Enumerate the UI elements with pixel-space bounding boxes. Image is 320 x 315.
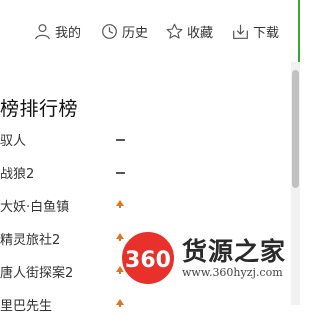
nav-mine-label: 我的 [55, 25, 82, 41]
360-logo-icon: 360 [120, 230, 176, 286]
accent-divider [298, 0, 300, 64]
nav-download[interactable]: 下载 [232, 21, 279, 41]
ranking-item-name: 唐人街探案2 [0, 266, 74, 281]
trend-up-icon [115, 297, 127, 311]
ranking-item-name: 大妖·白鱼镇 [0, 200, 70, 215]
nav-favorites[interactable]: 收藏 [166, 21, 213, 41]
ranking-item-name: 驭人 [0, 134, 27, 149]
watermark-url: www.360hyzj.com [182, 266, 283, 279]
ranking-title: 榜排行榜 [0, 98, 79, 120]
nav-history[interactable]: 历史 [101, 21, 148, 41]
ranking-row-6[interactable]: 里巴先生 [0, 295, 140, 315]
user-icon [35, 23, 50, 39]
ranking-row-3[interactable]: 大妖·白鱼镇 [0, 196, 140, 216]
scrollbar-thumb[interactable] [292, 70, 299, 188]
top-navigation: 我的 历史 收藏 下载 [0, 0, 304, 64]
star-icon [166, 23, 183, 39]
watermark: 360 货源之家 www.360hyzj.com [118, 226, 298, 296]
trend-up-icon [115, 198, 127, 212]
nav-mine[interactable]: 我的 [34, 21, 81, 41]
download-icon [233, 24, 248, 39]
ranking-row-2[interactable]: 战狼2 [0, 163, 140, 183]
svg-text:360: 360 [125, 248, 171, 273]
nav-favorites-label: 收藏 [187, 25, 214, 41]
trend-flat-icon [115, 165, 127, 179]
trend-flat-icon [115, 132, 127, 146]
nav-download-label: 下载 [253, 25, 280, 41]
clock-icon [102, 23, 117, 39]
nav-history-label: 历史 [122, 25, 149, 41]
watermark-brand: 货源之家 [182, 237, 287, 266]
ranking-item-name: 战狼2 [0, 167, 35, 182]
ranking-item-name: 精灵旅社2 [0, 233, 61, 248]
ranking-row-1[interactable]: 驭人 [0, 130, 140, 150]
